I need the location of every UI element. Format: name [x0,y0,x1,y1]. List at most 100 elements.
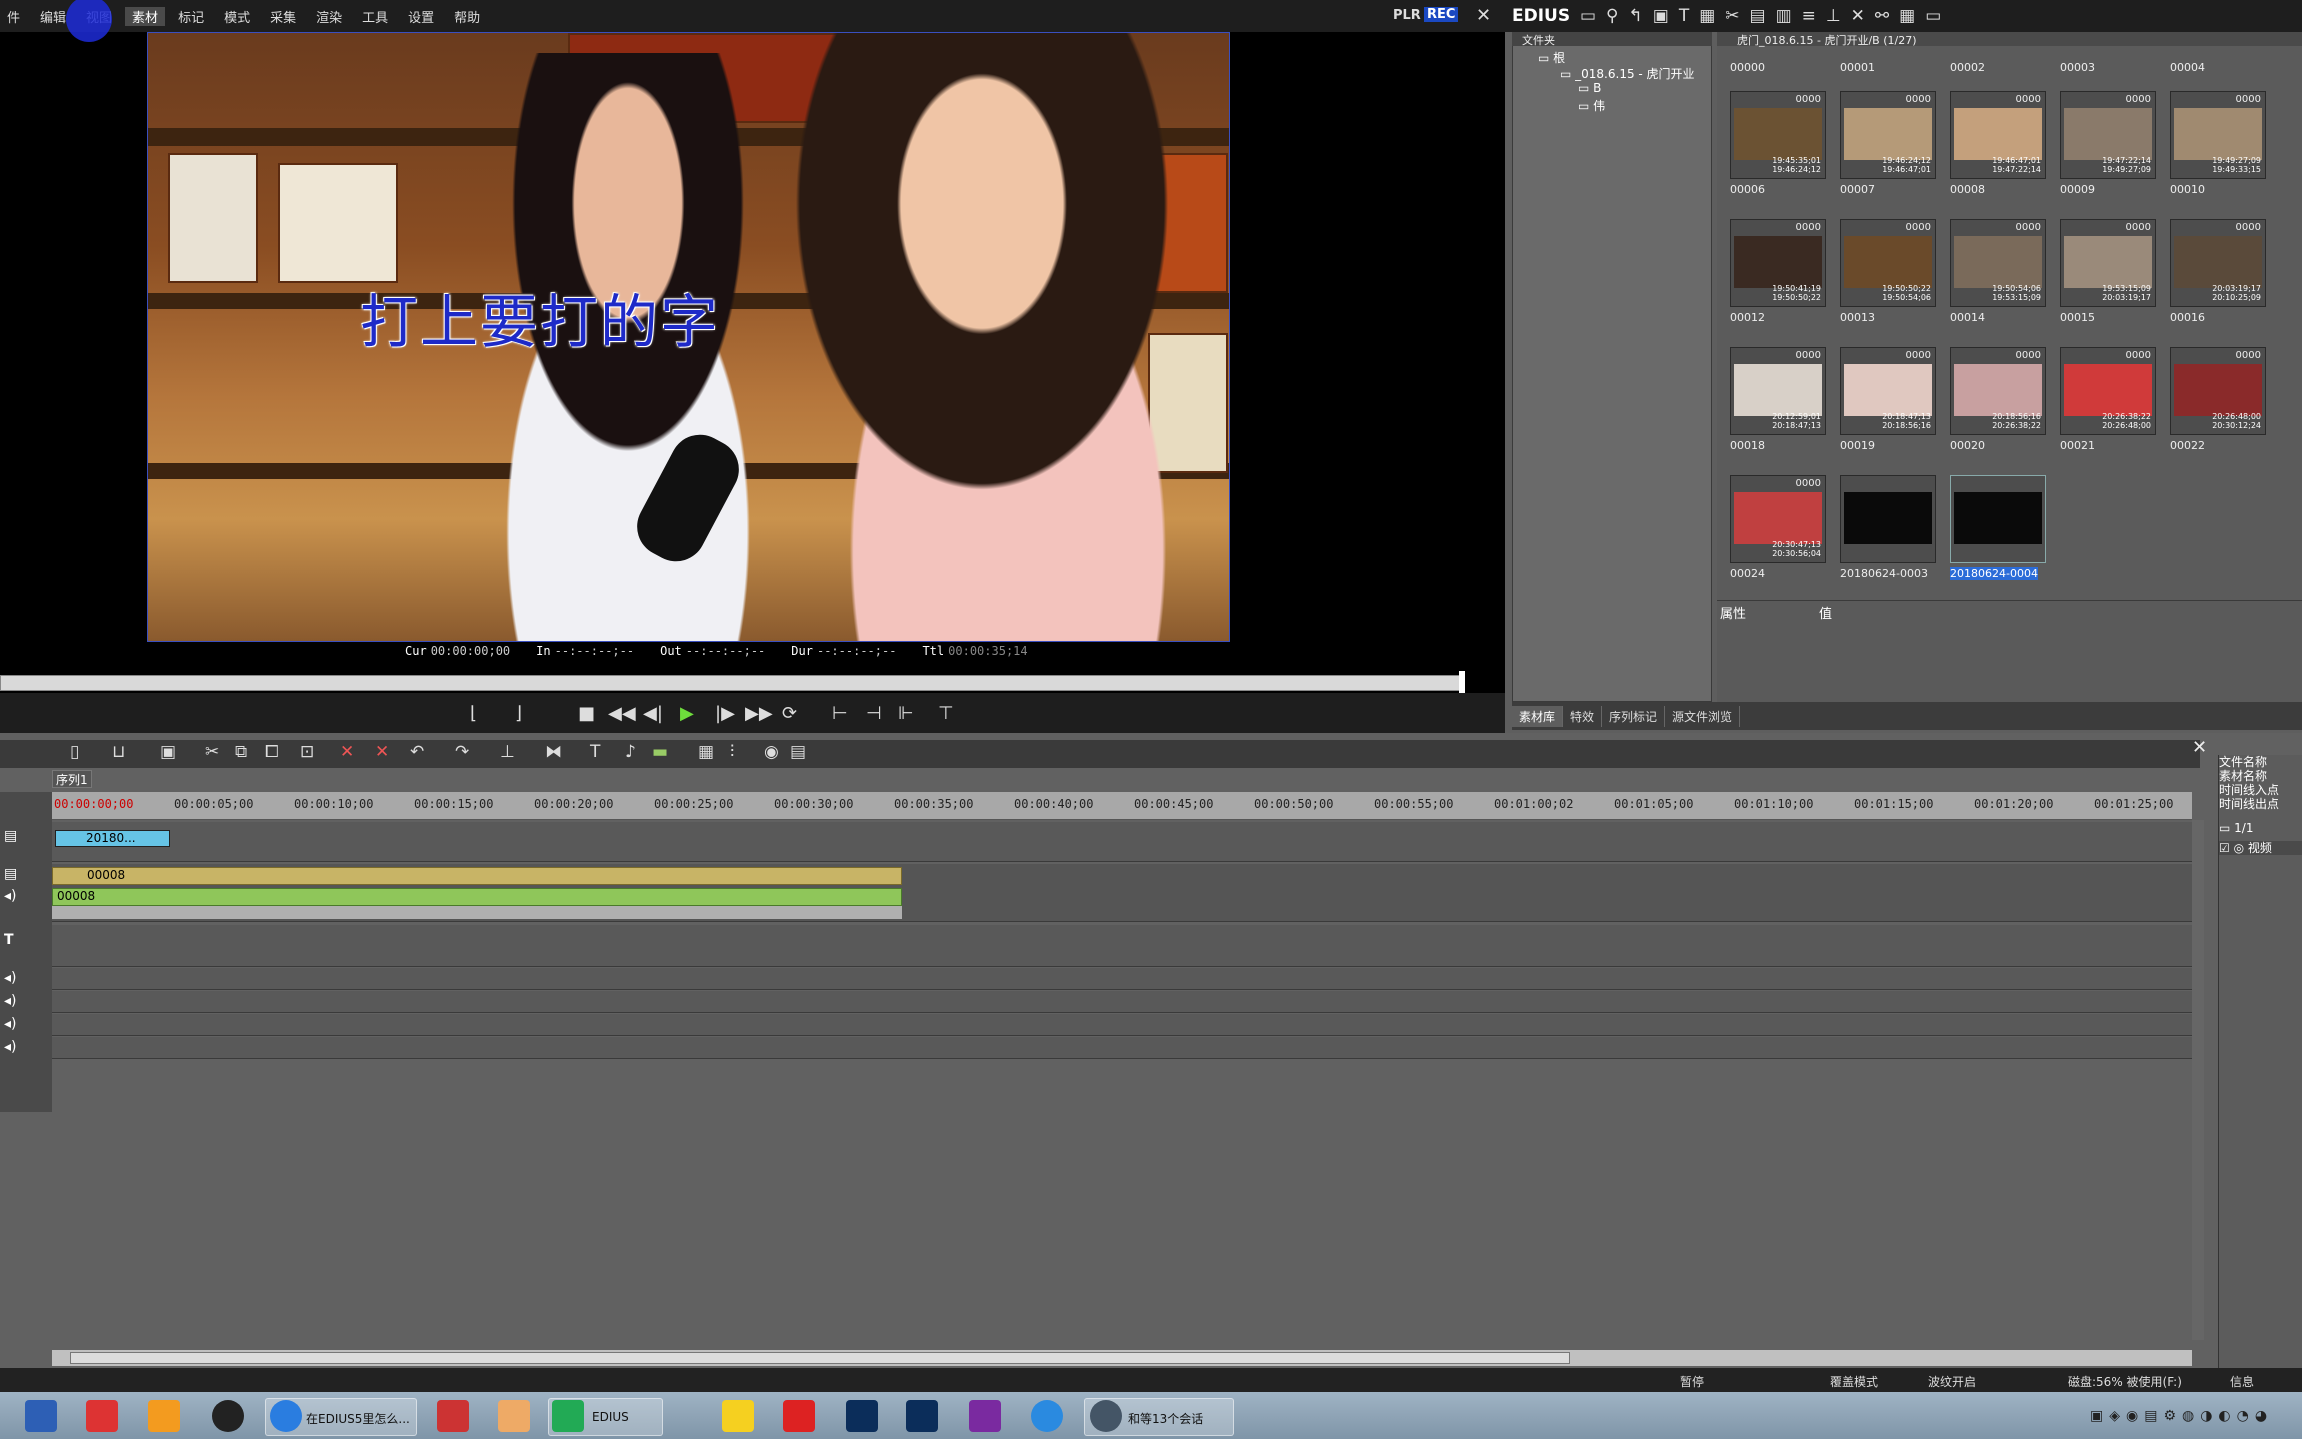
undo-icon[interactable]: ↶ [410,742,424,762]
clip-thumbnail[interactable]: 0000 19:49:27;09 19:49:33;15 [2170,91,2266,179]
browser-icon[interactable] [270,1400,302,1432]
menu-tools[interactable]: 工具 [355,7,395,26]
tree-project[interactable]: ▭ _018.6.15 - 虎门开业 [1560,65,1695,82]
timeline-close-icon[interactable]: ✕ [2192,737,2207,758]
clip-label[interactable]: 00008 [1950,183,1985,196]
save-icon[interactable]: ▣ [160,742,176,762]
menu-help[interactable]: 帮助 [447,7,487,26]
cut-icon[interactable]: ✂ [205,742,219,762]
tab-bin[interactable]: 素材库 [1512,705,1564,727]
video-clip[interactable]: 00008 [52,867,902,885]
set-in-icon[interactable]: ⌊ [470,703,477,724]
redo-icon[interactable]: ↷ [455,742,469,762]
app-icon[interactable] [498,1400,530,1432]
clip-label[interactable]: 20180624-0004 [1950,567,2038,580]
sequence-tab[interactable]: 序列1 [52,770,92,788]
clip-label[interactable]: 00001 [1840,61,1875,74]
menu-marker[interactable]: 标记 [171,7,211,26]
app-icon[interactable] [86,1400,118,1432]
clip-thumbnail[interactable] [1840,475,1936,563]
copy-icon[interactable]: ⧉ [235,742,247,762]
menu-settings[interactable]: 设置 [401,7,441,26]
clip-thumbnail[interactable]: 0000 19:53:15;09 20:03:19;17 [2060,219,2156,307]
paste-icon[interactable]: ⧠ [265,742,279,762]
clip-label[interactable]: 00006 [1730,183,1765,196]
clip-label[interactable]: 00003 [2060,61,2095,74]
system-tray-icons[interactable]: ▣◈◉▤⚙◍◑◐◔◕ [2090,1408,2273,1424]
bin-tool-icons[interactable]: ▭⚲↰▣T▦✂▤▥≡⊥✕⚯▦▭ [1580,6,1951,26]
clip-thumbnail[interactable]: 0000 19:50:41;19 19:50:50;22 [1730,219,1826,307]
clip-thumbnail[interactable]: 0000 19:50:54;06 19:53:15;09 [1950,219,2046,307]
new-icon[interactable]: ▯ [70,742,79,762]
mic-icon[interactable]: ♪ [625,742,636,762]
clip-thumbnail[interactable]: 0000 20:30:47;13 20:30:56;04 [1730,475,1826,563]
match-frame-icon[interactable]: ⊩ [898,703,914,724]
clip-thumbnail[interactable]: 0000 20:18:56;16 20:26:38;22 [1950,347,2046,435]
clip-thumbnail[interactable]: 0000 19:46:24;12 19:46:47;01 [1840,91,1936,179]
clip-thumbnail[interactable]: 0000 20:26:38;22 20:26:48;00 [2060,347,2156,435]
timeline-ruler[interactable]: 00:00:00;00 00:00:05;00 00:00:10;00 00:00:1… [52,792,2192,820]
photoshop-icon[interactable] [846,1400,878,1432]
app-icon[interactable] [148,1400,180,1432]
play-icon[interactable]: ▶ [680,703,694,724]
set-out-icon[interactable]: ⌋ [515,703,522,724]
output-icon[interactable]: ⊤ [938,703,954,724]
clip-label[interactable]: 00009 [2060,183,2095,196]
scrubber-handle[interactable] [1459,671,1465,695]
clip-label[interactable]: 00020 [1950,439,1985,452]
clip-label[interactable]: 00014 [1950,311,1985,324]
mixer-icon[interactable]: ⫶ [730,742,734,762]
app-icon[interactable] [437,1400,469,1432]
delete-icon[interactable]: ✕ [340,742,354,762]
clip-label[interactable]: 00016 [2170,311,2205,324]
cloud-icon[interactable] [1031,1400,1063,1432]
clip-thumbnail[interactable]: 0000 19:46:47;01 19:47:22;14 [1950,91,2046,179]
tree-folder-b[interactable]: ▭ B [1578,81,1601,95]
add-edit-icon[interactable]: ⊥ [500,742,515,762]
clip-thumbnail[interactable]: 0000 19:47:22;14 19:49:27;09 [2060,91,2156,179]
player-icon[interactable] [722,1400,754,1432]
audio-clip[interactable]: 00008 [52,888,902,906]
clip-thumbnail[interactable]: 0000 19:45:35;01 19:46:24;12 [1730,91,1826,179]
tree-folder-wei[interactable]: ▭ 伟 [1578,97,1605,114]
app-icon[interactable] [783,1400,815,1432]
rewind-icon[interactable]: ◀◀ [608,703,636,724]
clip-label[interactable]: 00018 [1730,439,1765,452]
clip-label[interactable]: 00015 [2060,311,2095,324]
clip-thumbnail[interactable]: 0000 20:12:59;01 20:18:47;13 [1730,347,1826,435]
player-mode-rec[interactable]: REC [1424,7,1459,22]
start-icon[interactable] [25,1400,57,1432]
menu-clip[interactable]: 素材 [125,6,166,26]
clip-label[interactable]: 00004 [2170,61,2205,74]
open-icon[interactable]: ⊔ [112,742,125,762]
insert-icon[interactable]: ⊢ [832,703,848,724]
fast-forward-icon[interactable]: ▶▶ [745,703,773,724]
tab-source-browser[interactable]: 源文件浏览 [1665,705,1741,727]
clip-label[interactable]: 00002 [1950,61,1985,74]
menu-file[interactable]: 件 [0,7,27,26]
photoshop-icon[interactable] [906,1400,938,1432]
export-icon[interactable]: ▬ [652,742,668,762]
step-back-icon[interactable]: ◀| [643,703,663,724]
clip-label[interactable]: 20180624-0003 [1840,567,1928,580]
ripple-delete-icon[interactable]: ✕ [375,742,389,762]
menu-mode[interactable]: 模式 [217,7,257,26]
clip-label[interactable]: 00012 [1730,311,1765,324]
stop-icon[interactable]: ■ [578,703,595,724]
close-icon[interactable]: ✕ [1476,5,1491,26]
clip-label[interactable]: 00021 [2060,439,2095,452]
tab-effects[interactable]: 特效 [1563,705,1603,727]
clip-label[interactable]: 00024 [1730,567,1765,580]
step-forward-icon[interactable]: |▶ [715,703,735,724]
clip-label[interactable]: 00007 [1840,183,1875,196]
timeline-vertical-scrollbar[interactable] [2192,820,2204,1340]
record-icon[interactable]: ◉ [764,742,779,762]
avatar[interactable] [1090,1400,1122,1432]
qq-icon[interactable] [212,1400,244,1432]
tree-root[interactable]: ▭ 根 [1538,49,1565,66]
tab-sequence-marker[interactable]: 序列标记 [1602,705,1666,727]
grid-icon[interactable]: ▦ [698,742,714,762]
clip-label[interactable]: 00010 [2170,183,2205,196]
loop-icon[interactable]: ⟳ [782,703,797,724]
clip-thumbnail[interactable]: 0000 19:50:50;22 19:50:54;06 [1840,219,1936,307]
